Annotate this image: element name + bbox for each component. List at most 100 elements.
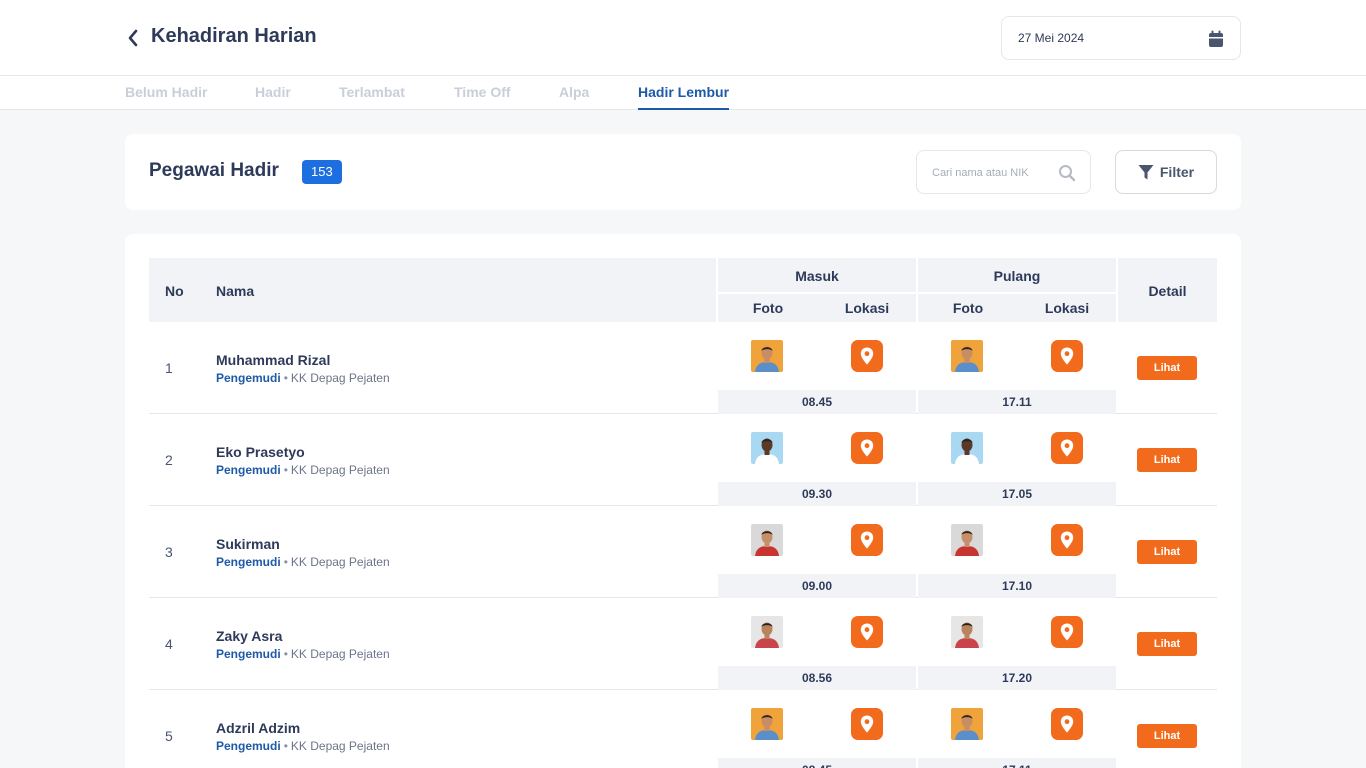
pulang-time: 17.11	[918, 763, 1116, 768]
employee-info: Pengemudi • KK Depag Pejaten	[216, 739, 390, 753]
column-detail: Detail	[1148, 283, 1187, 299]
employee-info: Pengemudi • KK Depag Pejaten	[216, 647, 390, 661]
masuk-location-button[interactable]	[851, 524, 883, 556]
filter-icon	[1138, 164, 1154, 179]
filter-button[interactable]: Filter	[1115, 150, 1217, 194]
tab-hadir-lembur[interactable]: Hadir Lembur	[638, 84, 730, 110]
column-pulang-lokasi: Lokasi	[1044, 300, 1090, 316]
tab-time-off[interactable]: Time Off	[454, 84, 511, 110]
table-row: 2 Eko Prasetyo Pengemudi • KK Depag Pejaten 0…	[149, 414, 1217, 506]
lihat-button[interactable]: Lihat	[1137, 540, 1197, 564]
search-input[interactable]	[932, 164, 1052, 182]
masuk-time: 09.30	[801, 487, 833, 501]
column-masuk: Masuk	[795, 268, 839, 284]
employee-office: KK Depag Pejaten	[290, 463, 390, 477]
lihat-button[interactable]: Lihat	[1137, 356, 1197, 380]
table-row: 4 Zaky Asra Pengemudi • KK Depag Pejaten 08.5…	[149, 598, 1217, 690]
pulang-location-button[interactable]	[1051, 340, 1083, 372]
pulang-time: 17.05	[1001, 487, 1033, 501]
employee-info: Pengemudi • KK Depag Pejaten	[216, 555, 390, 569]
pulang-location-button[interactable]	[1051, 708, 1083, 740]
info-separator: •	[283, 647, 288, 661]
attendance-table: No Nama Masuk Pulang Foto Lokasi Foto Lo…	[125, 234, 1241, 768]
employee-office: KK Depag Pejaten	[290, 371, 390, 385]
pulang-photo[interactable]	[951, 616, 983, 648]
employee-office: KK Depag Pejaten	[290, 555, 390, 569]
masuk-location-button[interactable]	[851, 432, 883, 464]
pulang-time: 17.11	[1002, 395, 1032, 409]
pulang-location-button[interactable]	[1051, 432, 1083, 464]
page-title: Kehadiran Harian	[151, 25, 317, 47]
map-pin-icon	[1060, 531, 1074, 549]
search-icon[interactable]	[1058, 164, 1076, 182]
masuk-time: 09.00	[801, 579, 833, 593]
lihat-button[interactable]: Lihat	[1137, 632, 1197, 656]
map-pin-icon	[860, 347, 874, 365]
map-pin-icon	[860, 623, 874, 641]
map-pin-icon	[860, 715, 874, 733]
section-title: Pegawai Hadir	[149, 160, 279, 181]
row-number: 3	[165, 544, 173, 560]
employee-role: Pengemudi	[216, 371, 281, 385]
map-pin-icon	[1060, 439, 1074, 457]
masuk-location-button[interactable]	[851, 340, 883, 372]
calendar-icon	[1209, 30, 1223, 47]
column-pulang: Pulang	[993, 268, 1041, 284]
back-button[interactable]	[122, 26, 144, 50]
lihat-button[interactable]: Lihat	[1137, 724, 1197, 748]
pulang-photo[interactable]	[951, 524, 983, 556]
map-pin-icon	[860, 439, 874, 457]
map-pin-icon	[1060, 347, 1074, 365]
pulang-location-button[interactable]	[1051, 524, 1083, 556]
employee-name: Muhammad Rizal	[216, 352, 331, 368]
pulang-photo[interactable]	[951, 708, 983, 740]
top-bar: Kehadiran Harian 27 Mei 2024	[0, 0, 1366, 76]
info-separator: •	[283, 555, 288, 569]
masuk-time: 08.56	[801, 671, 833, 685]
pulang-time: 17.20	[1001, 671, 1033, 685]
masuk-time: 08.45	[801, 395, 833, 409]
map-pin-icon	[1060, 623, 1074, 641]
lihat-button[interactable]: Lihat	[1137, 448, 1197, 472]
row-number: 5	[165, 728, 173, 744]
tab-bar: Belum Hadir Hadir Terlambat Time Off Alp…	[0, 76, 1366, 110]
column-masuk-foto: Foto	[752, 300, 784, 316]
masuk-photo[interactable]	[751, 432, 783, 464]
masuk-photo[interactable]	[751, 708, 783, 740]
date-value: 27 Mei 2024	[1018, 31, 1085, 45]
employee-office: KK Depag Pejaten	[290, 647, 390, 661]
masuk-time: 08.45	[718, 763, 916, 768]
column-masuk-lokasi: Lokasi	[844, 300, 890, 316]
table-row: 1 Muhammad Rizal Pengemudi • KK Depag Pejate…	[149, 322, 1217, 414]
masuk-photo[interactable]	[751, 616, 783, 648]
employee-name: Zaky Asra	[216, 628, 283, 644]
summary-card: Pegawai Hadir 153 Filter	[125, 134, 1241, 210]
tab-alpa[interactable]: Alpa	[559, 84, 589, 110]
table-row: 3 Sukirman Pengemudi • KK Depag Pejaten 09.00…	[149, 506, 1217, 598]
pulang-location-button[interactable]	[1051, 616, 1083, 648]
filter-label: Filter	[1159, 164, 1195, 180]
tab-terlambat[interactable]: Terlambat	[339, 84, 405, 110]
row-number: 1	[165, 360, 173, 376]
pulang-photo[interactable]	[951, 432, 983, 464]
map-pin-icon	[860, 531, 874, 549]
chevron-left-icon	[128, 29, 138, 47]
row-number: 4	[165, 636, 173, 652]
employee-name: Eko Prasetyo	[216, 444, 305, 460]
column-pulang-foto: Foto	[952, 300, 984, 316]
info-separator: •	[283, 739, 288, 753]
tab-belum-hadir[interactable]: Belum Hadir	[125, 84, 207, 110]
masuk-photo[interactable]	[751, 524, 783, 556]
tab-hadir[interactable]: Hadir	[255, 84, 291, 110]
search-box[interactable]	[916, 150, 1091, 194]
map-pin-icon	[1060, 715, 1074, 733]
employee-role: Pengemudi	[216, 739, 281, 753]
date-picker[interactable]: 27 Mei 2024	[1001, 16, 1241, 60]
pulang-photo[interactable]	[951, 340, 983, 372]
masuk-location-button[interactable]	[851, 616, 883, 648]
masuk-location-button[interactable]	[851, 708, 883, 740]
table-row: 5 Adzril Adzim Pengemudi•KK Depag Pejaten 0…	[149, 690, 1217, 768]
employee-info: Pengemudi • KK Depag Pejaten	[216, 371, 390, 385]
row-number: 2	[165, 452, 173, 468]
masuk-photo[interactable]	[751, 340, 783, 372]
